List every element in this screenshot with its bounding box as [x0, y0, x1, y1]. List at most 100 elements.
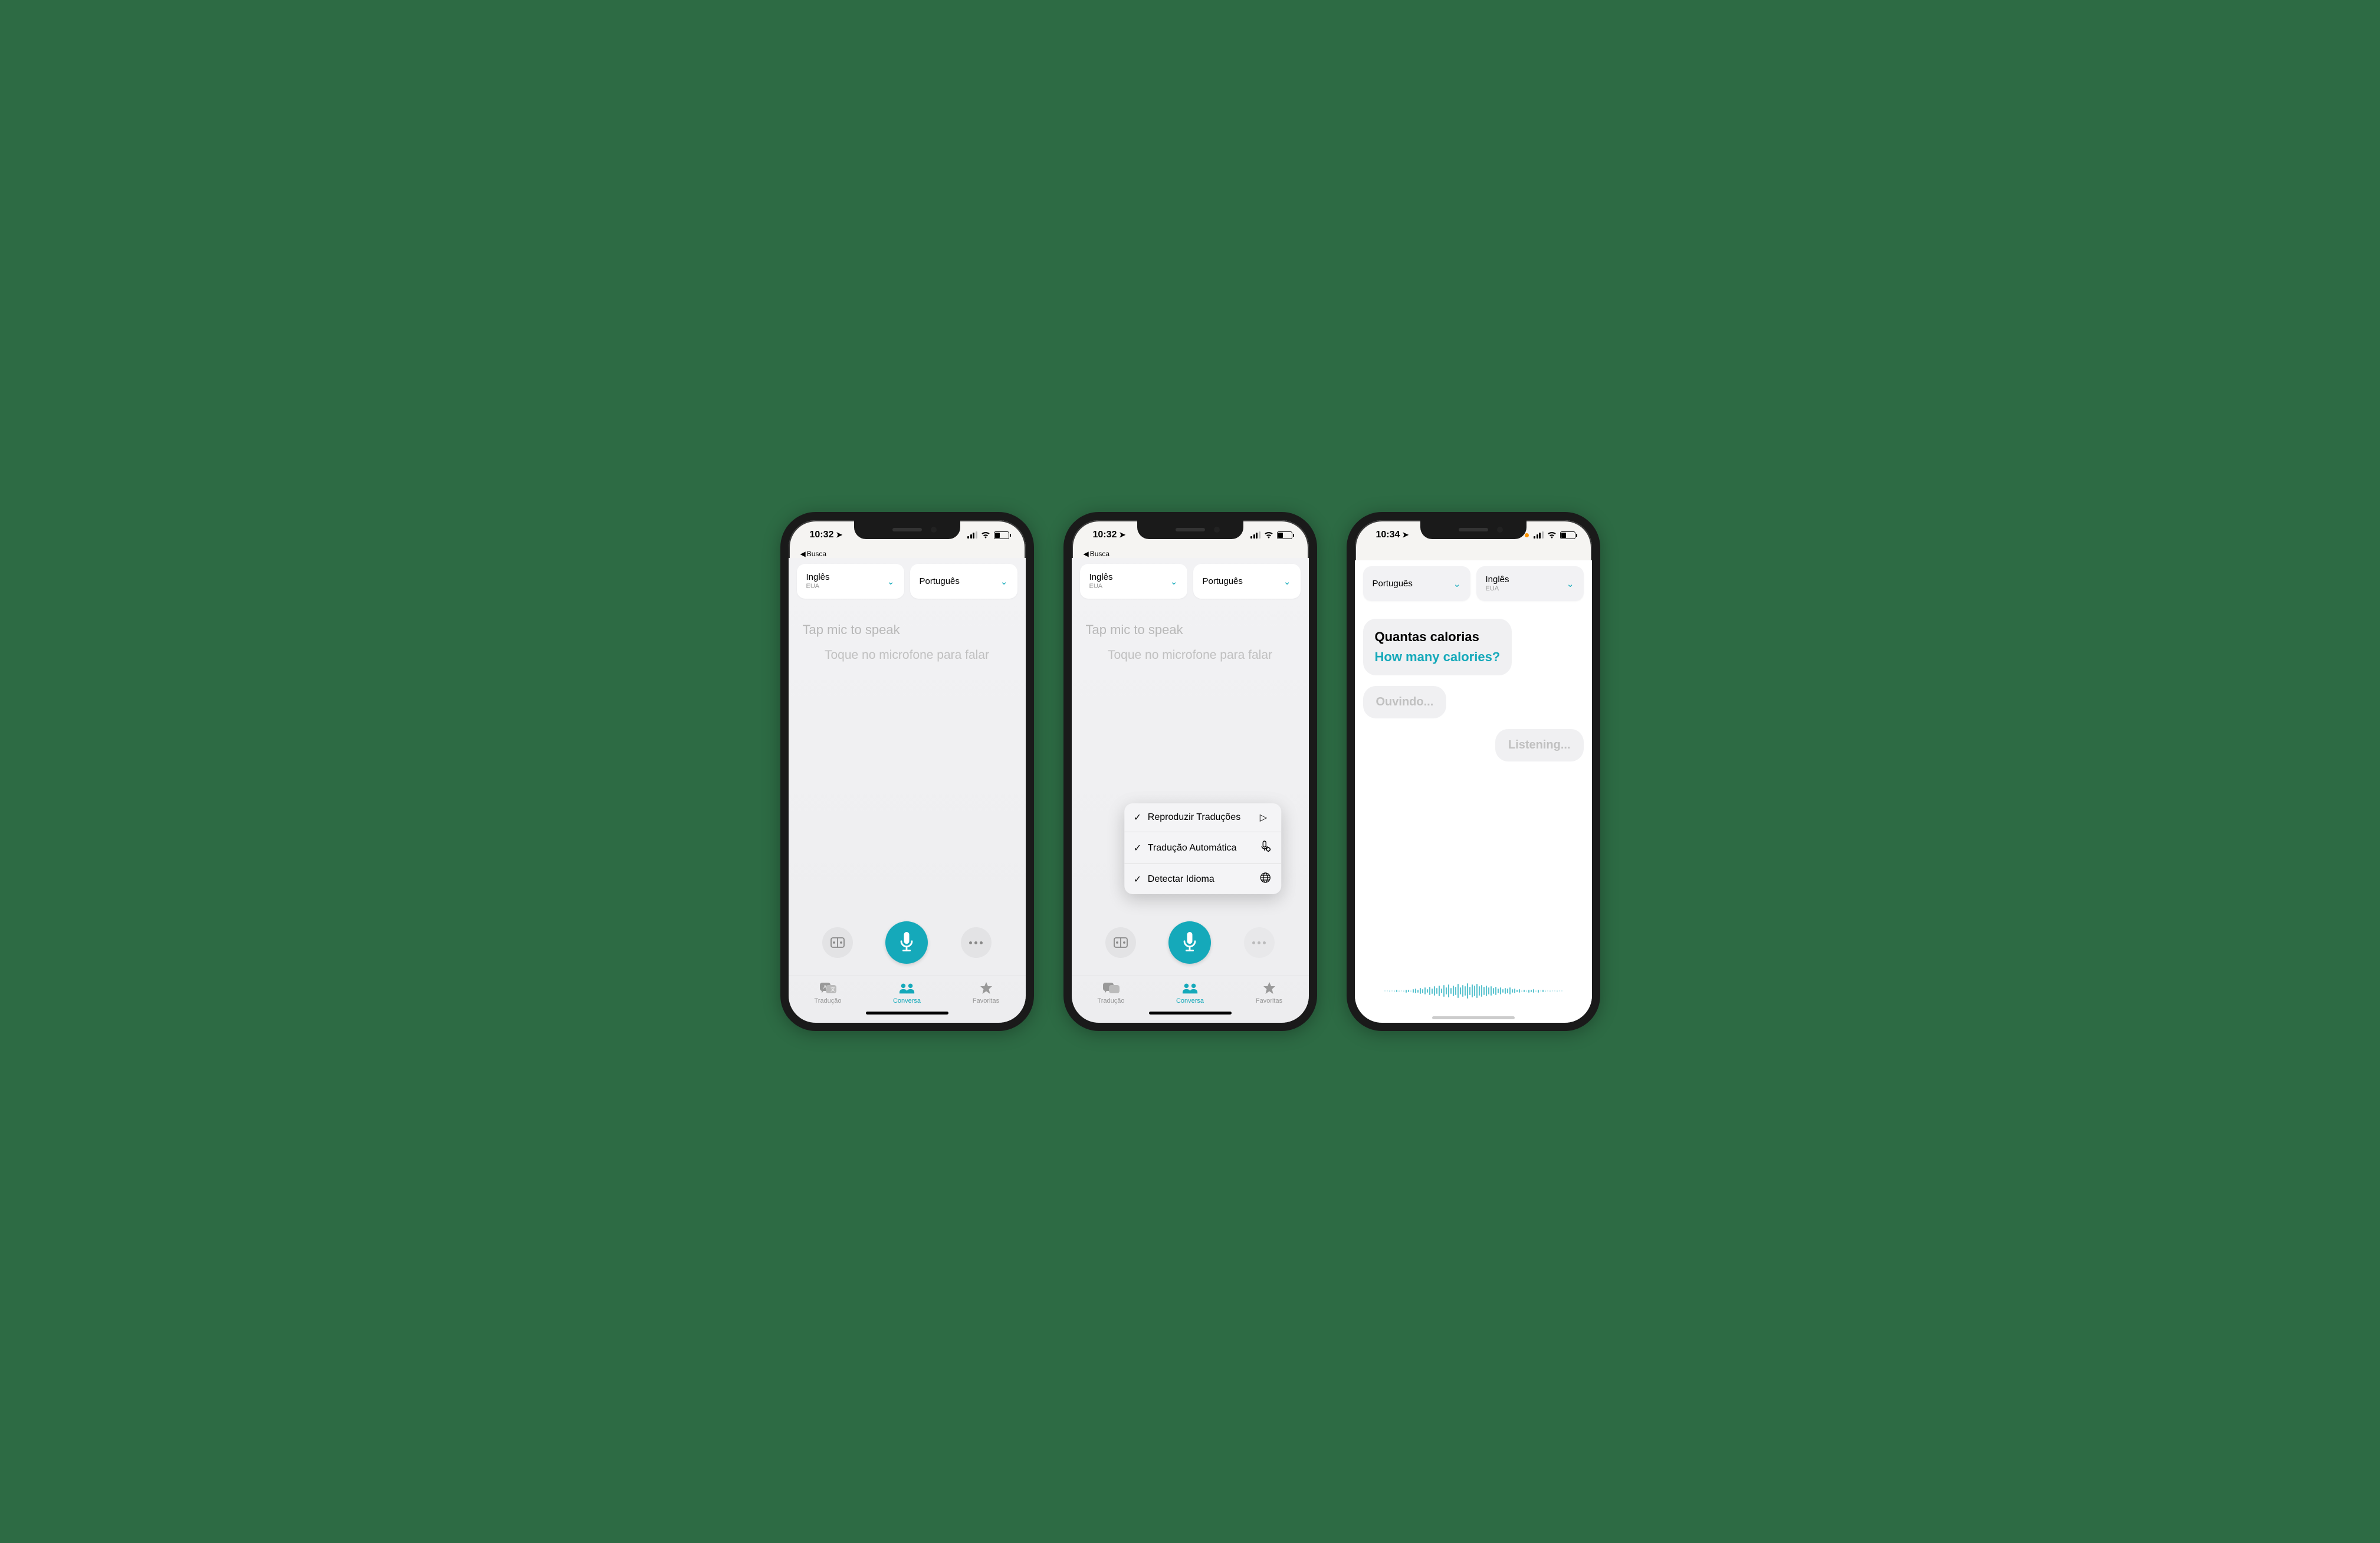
tab-translation[interactable]: A文 Tradução [802, 982, 855, 1004]
menu-auto-translate[interactable]: ✓ Tradução Automática [1124, 832, 1281, 864]
home-indicator[interactable] [866, 1012, 948, 1015]
tab-label: Tradução [1097, 997, 1124, 1004]
svg-text:文: 文 [830, 986, 835, 992]
tab-label: Conversa [1176, 997, 1204, 1004]
target-language-button[interactable]: Português ⌄ [1193, 564, 1301, 599]
chevron-down-icon: ⌄ [1170, 576, 1178, 587]
back-to-search[interactable]: ◀Busca [1072, 550, 1309, 558]
check-icon: ✓ [1134, 812, 1142, 823]
tab-bar: A文 Tradução Conversa Favoritas [789, 976, 1026, 1007]
source-language-region: EUA [1089, 583, 1113, 590]
source-language-name: Inglês [806, 572, 830, 583]
tab-bar: Tradução Conversa Favoritas [1072, 976, 1309, 1007]
source-language-name: Português [1373, 579, 1413, 589]
phone-2: 10:32 ➤ ◀Busca Inglês EUA ⌄ Português [1063, 512, 1317, 1031]
tab-favorites[interactable]: Favoritas [1243, 982, 1296, 1004]
wifi-icon [1547, 531, 1557, 539]
target-language-region: EUA [1486, 585, 1509, 593]
translated-text: How many calories? [1375, 648, 1501, 666]
tab-conversation[interactable]: Conversa [881, 982, 934, 1004]
tab-conversation[interactable]: Conversa [1164, 982, 1217, 1004]
svg-text:A: A [823, 984, 827, 990]
tab-favorites[interactable]: Favoritas [960, 982, 1013, 1004]
translation-bubble[interactable]: Quantas calorias How many calories? [1363, 619, 1512, 675]
source-language-button[interactable]: Português ⌄ [1363, 566, 1470, 601]
cellular-icon [1250, 531, 1260, 539]
mic-gear-icon [1260, 841, 1272, 855]
wifi-icon [981, 531, 990, 539]
prompt-portuguese: Toque no microfone para falar [800, 648, 1014, 662]
tab-label: Favoritas [1256, 997, 1282, 1004]
location-icon: ➤ [836, 530, 842, 540]
options-context-menu: ✓ Reproduzir Traduções ▷ ✓ Tradução Auto… [1124, 803, 1281, 894]
menu-detect-language[interactable]: ✓ Detectar Idioma [1124, 864, 1281, 894]
listening-bubble-left: Ouvindo... [1363, 686, 1447, 718]
battery-icon [994, 531, 1009, 539]
phone-3: 10:34 ➤ Português ⌄ Inglês EUA ⌄ [1347, 512, 1600, 1031]
home-indicator[interactable] [1432, 1016, 1515, 1019]
original-text: Quantas calorias [1375, 628, 1501, 646]
location-icon: ➤ [1402, 530, 1409, 540]
conversation-icon [1182, 982, 1199, 995]
notch [854, 520, 960, 539]
tab-label: Tradução [814, 997, 841, 1004]
source-language-button[interactable]: Inglês EUA ⌄ [1080, 564, 1187, 599]
translation-icon [1103, 982, 1120, 995]
star-icon [978, 982, 994, 995]
status-time: 10:32 [1093, 530, 1117, 540]
microphone-button[interactable] [885, 921, 928, 964]
back-to-search[interactable]: ◀Busca [789, 550, 1026, 558]
side-by-side-button[interactable] [822, 927, 853, 958]
target-language-name: Português [1203, 576, 1243, 587]
target-language-name: Português [920, 576, 960, 587]
microphone-button[interactable] [1168, 921, 1211, 964]
play-icon: ▷ [1260, 812, 1272, 823]
language-selector-row: Inglês EUA ⌄ Português ⌄ [1072, 558, 1309, 605]
more-options-button[interactable] [1244, 927, 1275, 958]
side-by-side-button[interactable] [1105, 927, 1136, 958]
battery-icon [1560, 531, 1575, 539]
target-language-name: Inglês [1486, 574, 1509, 585]
chevron-down-icon: ⌄ [1283, 576, 1291, 587]
home-indicator[interactable] [1149, 1012, 1232, 1015]
more-options-button[interactable] [961, 927, 992, 958]
location-icon: ➤ [1119, 530, 1125, 540]
cellular-icon [967, 531, 977, 539]
language-selector-row: Inglês EUA ⌄ Português ⌄ [789, 558, 1026, 605]
status-time: 10:32 [810, 530, 834, 540]
language-selector-row: Português ⌄ Inglês EUA ⌄ [1355, 560, 1592, 607]
tab-label: Conversa [893, 997, 921, 1004]
cellular-icon [1534, 531, 1544, 539]
menu-label: Detectar Idioma [1148, 874, 1254, 885]
battery-icon [1277, 531, 1292, 539]
audio-waveform [1355, 976, 1592, 1012]
prompt-english: Tap mic to speak [1084, 622, 1297, 638]
check-icon: ✓ [1134, 874, 1142, 885]
globe-icon [1260, 872, 1272, 886]
listening-bubble-right: Listening... [1495, 729, 1584, 761]
source-language-region: EUA [806, 583, 830, 590]
notch [1137, 520, 1243, 539]
chevron-down-icon: ⌄ [1453, 579, 1461, 589]
tab-translation[interactable]: Tradução [1085, 982, 1138, 1004]
source-language-button[interactable]: Inglês EUA ⌄ [797, 564, 904, 599]
prompt-portuguese: Toque no microfone para falar [1084, 648, 1297, 662]
menu-play-translations[interactable]: ✓ Reproduzir Traduções ▷ [1124, 803, 1281, 832]
menu-label: Tradução Automática [1148, 843, 1254, 853]
check-icon: ✓ [1134, 842, 1142, 854]
prompt-area: Tap mic to speak Toque no microfone para… [789, 605, 1026, 680]
source-language-name: Inglês [1089, 572, 1113, 583]
conversation-body: Quantas calorias How many calories? Ouvi… [1355, 607, 1592, 976]
prompt-area: Tap mic to speak Toque no microfone para… [1072, 605, 1309, 680]
menu-label: Reproduzir Traduções [1148, 812, 1254, 823]
target-language-button[interactable]: Inglês EUA ⌄ [1476, 566, 1584, 601]
recording-indicator-icon [1525, 533, 1529, 537]
translation-icon: A文 [820, 982, 836, 995]
chevron-down-icon: ⌄ [887, 576, 895, 587]
wifi-icon [1264, 531, 1273, 539]
status-time: 10:34 [1376, 530, 1400, 540]
target-language-button[interactable]: Português ⌄ [910, 564, 1017, 599]
tab-label: Favoritas [973, 997, 999, 1004]
chevron-down-icon: ⌄ [1000, 576, 1008, 587]
prompt-english: Tap mic to speak [800, 622, 1014, 638]
